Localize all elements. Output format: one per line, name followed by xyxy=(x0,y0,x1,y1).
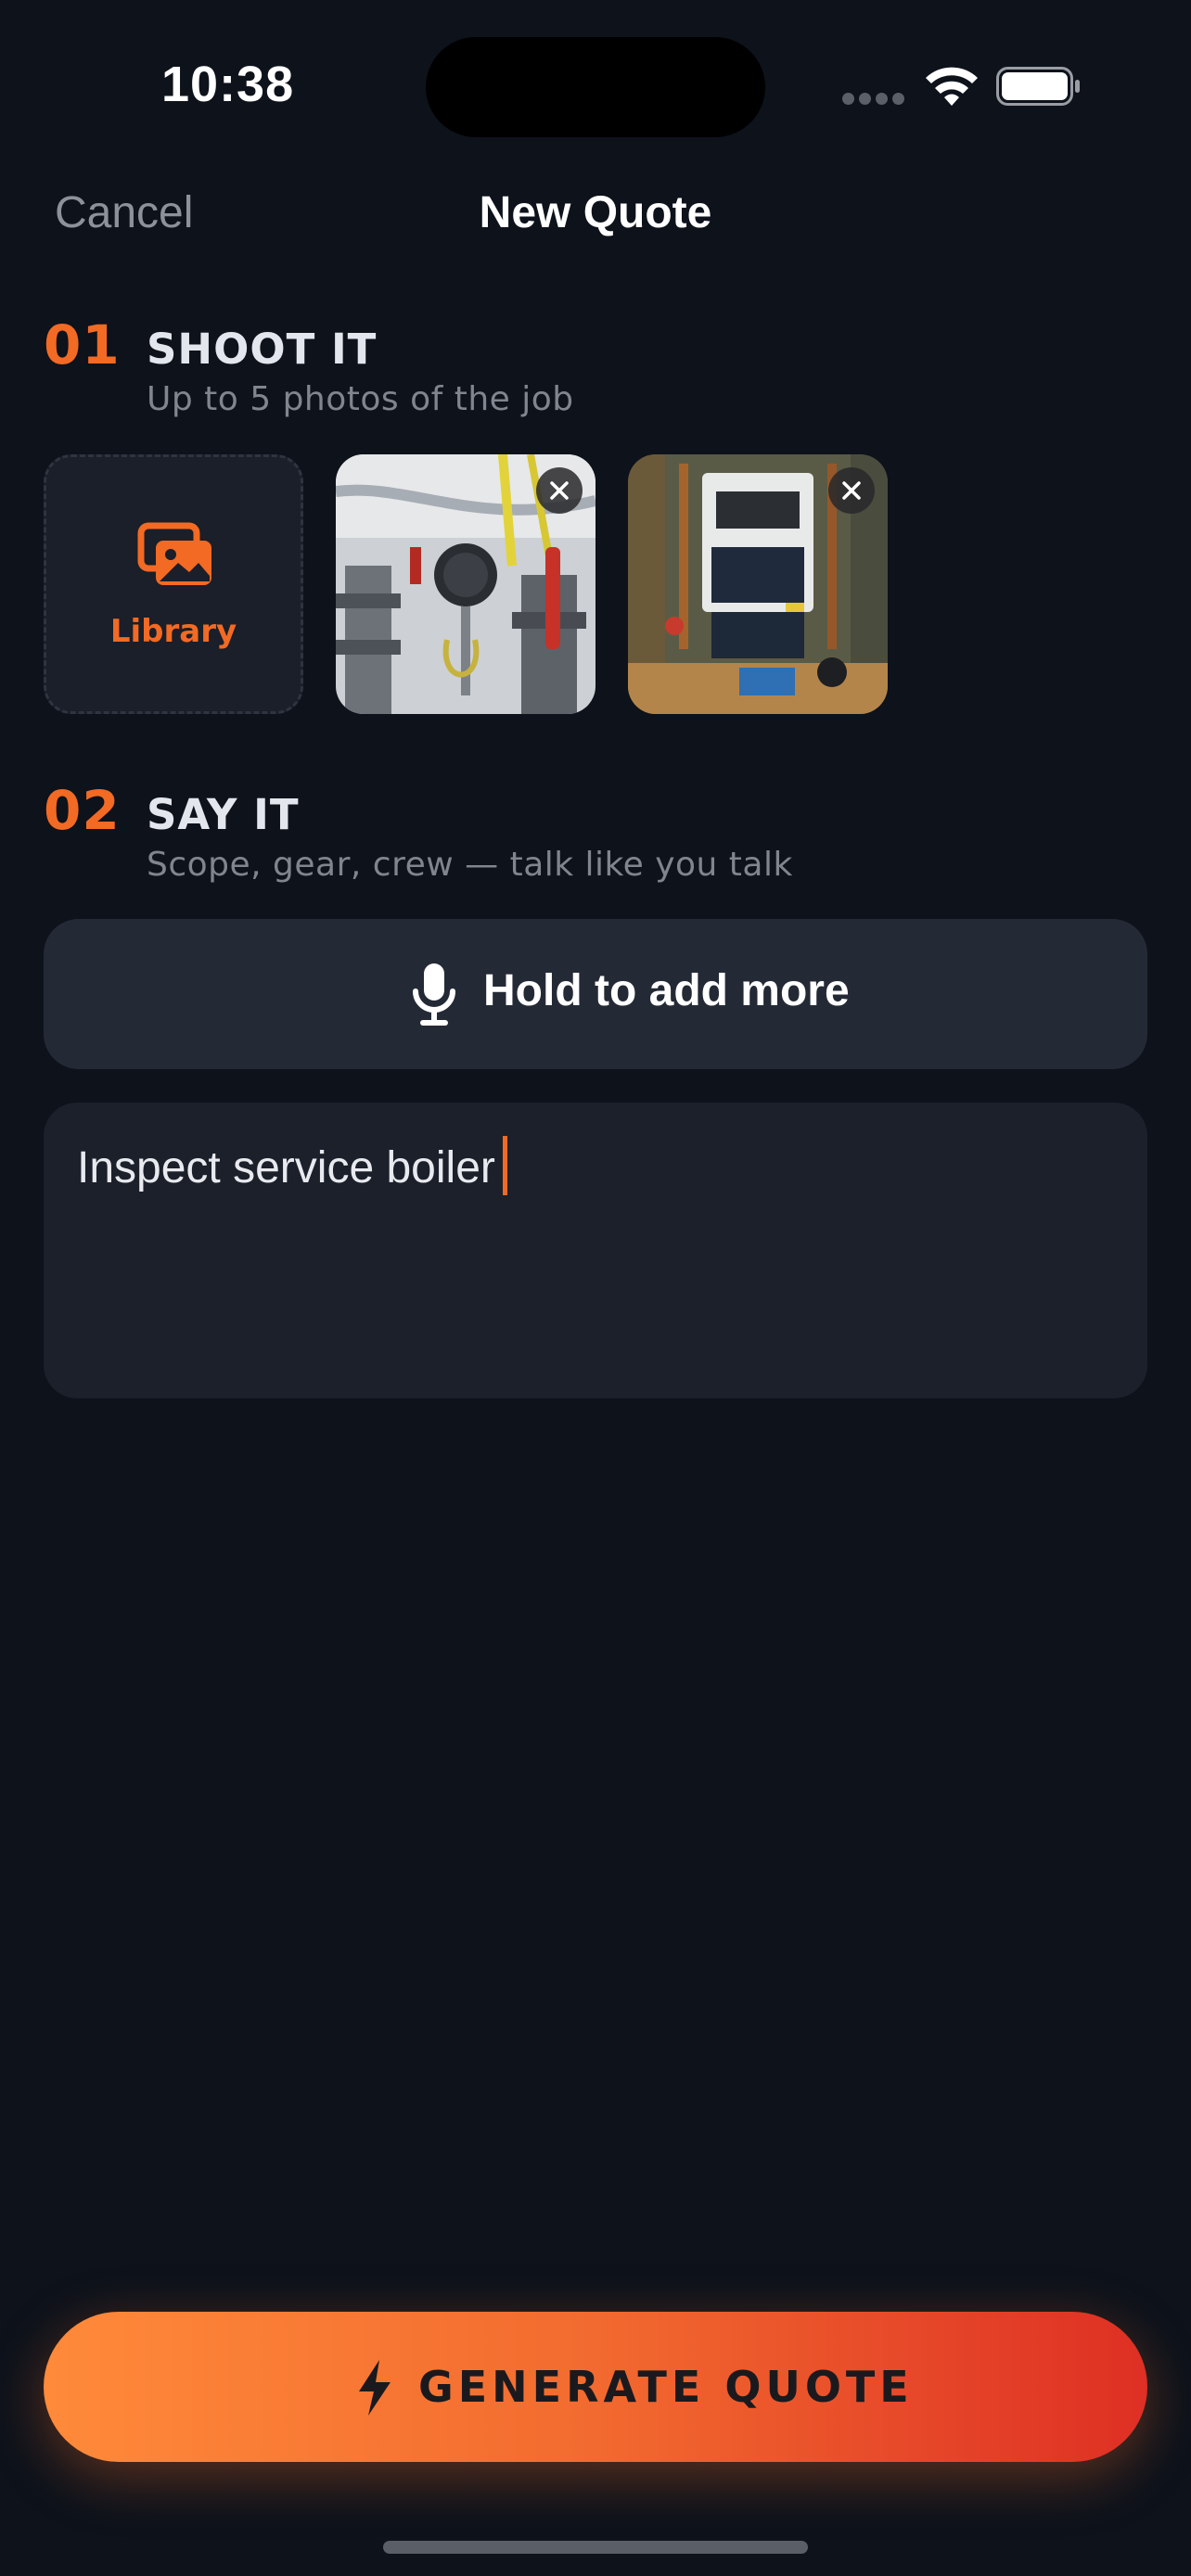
step2-title: SAY IT xyxy=(147,790,300,839)
generate-quote-button[interactable]: GENERATE QUOTE xyxy=(44,2312,1147,2462)
navigation-bar: Cancel New Quote xyxy=(0,176,1191,250)
photo-thumbnail[interactable] xyxy=(336,454,596,714)
close-icon xyxy=(550,481,569,500)
step2-subtitle: Scope, gear, crew — talk like you talk xyxy=(147,846,793,884)
library-label: Library xyxy=(109,613,237,650)
close-icon xyxy=(842,481,861,500)
cellular-signal-icon xyxy=(842,93,905,106)
step2-number: 02 xyxy=(44,779,121,842)
remove-photo-button[interactable] xyxy=(828,467,875,514)
lightning-bolt-icon xyxy=(359,2360,391,2416)
page-title: New Quote xyxy=(479,188,712,237)
microphone-icon xyxy=(413,963,455,1026)
wifi-icon xyxy=(926,67,978,106)
home-indicator[interactable] xyxy=(383,2541,808,2554)
step1-title: SHOOT IT xyxy=(147,325,378,374)
hold-to-record-button[interactable]: Hold to add more xyxy=(44,919,1147,1069)
text-cursor xyxy=(502,1136,507,1195)
dynamic-island xyxy=(426,37,765,137)
status-bar: 10:38 xyxy=(0,0,1191,176)
status-time: 10:38 xyxy=(161,57,295,112)
notes-text-area[interactable]: Inspect service boiler xyxy=(44,1103,1147,1398)
notes-text-content: Inspect service boiler xyxy=(77,1136,507,1195)
hold-to-record-label: Hold to add more xyxy=(483,966,850,1015)
battery-icon xyxy=(996,67,1080,106)
step1-number: 01 xyxy=(44,313,121,376)
notes-text: Inspect service boiler xyxy=(77,1143,495,1192)
photo-thumbnail[interactable] xyxy=(628,454,888,714)
generate-quote-label: GENERATE QUOTE xyxy=(418,2362,914,2412)
remove-photo-button[interactable] xyxy=(536,467,583,514)
photo-library-button[interactable]: Library xyxy=(44,454,303,714)
photo-library-icon xyxy=(137,522,211,585)
step1-subtitle: Up to 5 photos of the job xyxy=(147,380,574,418)
